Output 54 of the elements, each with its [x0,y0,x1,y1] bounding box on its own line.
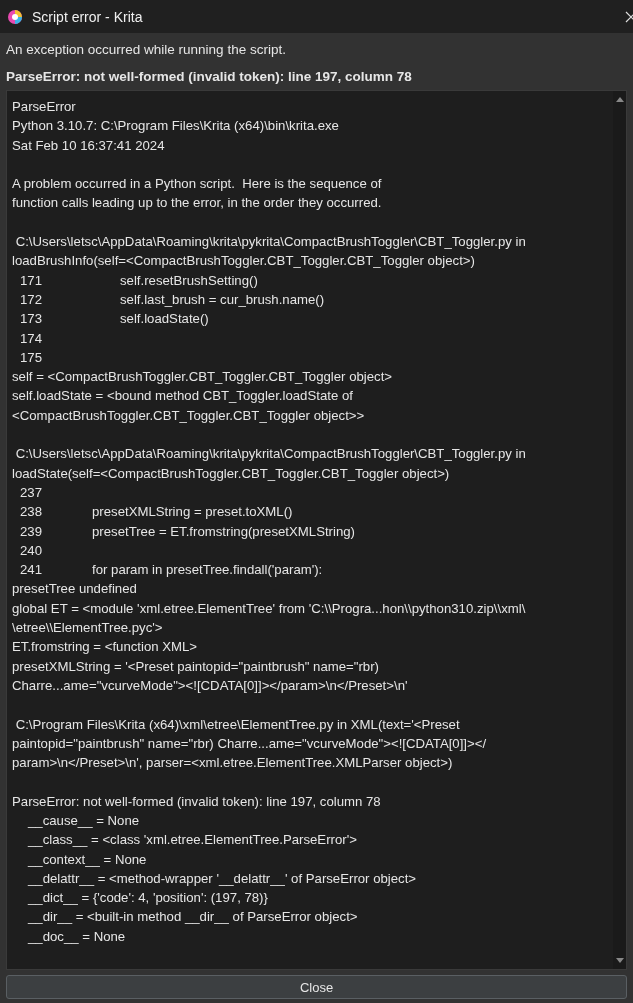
close-button[interactable]: Close [6,975,627,999]
window-title: Script error - Krita [32,8,144,25]
message-text: An exception occurred while running the script. [6,42,287,57]
code-line: self.loadState() [119,310,209,329]
traceback-line: __dict__ = {'code': 4, 'position': (197, 78)} [28,890,268,906]
code-line: for param in presetTree.findall('param'): [91,561,323,580]
traceback-line: C:\Users\letsc\AppData\Roaming\krita\pykrita\CompactBrushToggler\CBT_Toggler.py in [14,446,526,462]
line-number: 171 [19,271,43,290]
scrollbar[interactable] [613,91,626,969]
traceback-line: paintopid="paintbrush" name="rbr) Charre...ame="vcurveMode"><![CDATA[0]]></ [12,735,487,751]
scroll-down-icon[interactable] [614,957,625,965]
traceback-line: A problem occurred in a Python script. Here is the sequence of [12,176,382,192]
line-number: 239 [19,522,43,541]
traceback-line: __dir__ = <built-in method __dir__ of ParseError object> [28,909,358,925]
scroll-up-icon[interactable] [614,95,625,103]
traceback-line: __doc__ = None [28,928,126,944]
traceback-line: \etree\\ElementTree.pyc'> [12,620,163,635]
traceback-line: loadBrushInfo(self=<CompactBrushToggler.CBT_Toggler.CBT_Toggler object>) [12,253,475,269]
line-number: 175 [19,348,43,367]
traceback-line: param>\n</Preset>\n', parser=<xml.etree.ElementTree.XMLParser object>) [12,755,453,771]
traceback-line: C:\Program Files\Krita (x64)\xml\etree\ElementTree.py in XML(text='<Preset [14,716,460,732]
traceback-line: self = <CompactBrushToggler.CBT_Toggler.CBT_Toggler object> [12,369,393,385]
line-number: 172 [19,290,43,309]
traceback-line: presetXMLString = '<Preset paintopid="paintbrush" name="rbr) [12,658,379,674]
line-number: 173 [19,310,43,329]
traceback-line: __class__ = <class 'xml.etree.ElementTree.ParseError'> [28,832,357,848]
traceback-line: presetTree undefined [12,581,137,597]
code-line: presetTree = ET.fromstring(presetXMLString) [91,522,355,541]
code-line: presetXMLString = preset.toXML() [91,503,293,522]
traceback-line: Python 3.10.7: C:\Program Files\Krita (x64)\bin\krita.exe [12,118,339,134]
line-number: 238 [19,503,43,522]
line-number: 237 [19,483,43,502]
traceback-line: ParseError: not well-formed (invalid token): line 197, column 78 [12,793,381,809]
traceback-line: C:\Users\letsc\AppData\Roaming\krita\pykrita\CompactBrushToggler\CBT_Toggler.py in [14,234,526,250]
traceback-line: global ET = <module 'xml.etree.ElementTree' from 'C:\\Progra...hon\\python310.zip\\xml\ [12,600,526,616]
traceback-line: ParseError [12,99,76,114]
code-line: self.last_brush = cur_brush.name() [119,290,325,309]
traceback-line: <CompactBrushToggler.CBT_Toggler.CBT_Toggler object>> [12,407,365,423]
traceback-line: Sat Feb 10 16:37:41 2024 [12,137,165,153]
traceback-line: function calls leading up to the error, in the order they occurred. [12,195,382,211]
line-number: 240 [19,541,43,560]
traceback-line: Charre...ame="vcurveMode"><![CDATA[0]]></param>\n</Preset>\n' [12,677,408,693]
app-logo-icon [7,8,23,25]
traceback-line: __context__ = None [28,851,147,867]
close-icon[interactable] [625,10,633,23]
line-number: 241 [19,561,43,580]
error-summary: ParseError: not well-formed (invalid token): line 197, column 78 [6,69,413,84]
traceback-line: self.loadState = <bound method CBT_Toggler.loadState of [12,388,353,404]
traceback-line: __delattr__ = <method-wrapper '__delattr__' of ParseError object> [28,870,417,886]
line-number: 174 [19,329,43,348]
traceback-line: __cause__ = None [28,813,140,828]
traceback-line: loadState(self=<CompactBrushToggler.CBT_Toggler.CBT_Toggler object>) [12,465,450,481]
traceback-line: ET.fromstring = <function XML> [12,639,198,655]
code-line: self.resetBrushSetting() [119,271,258,290]
